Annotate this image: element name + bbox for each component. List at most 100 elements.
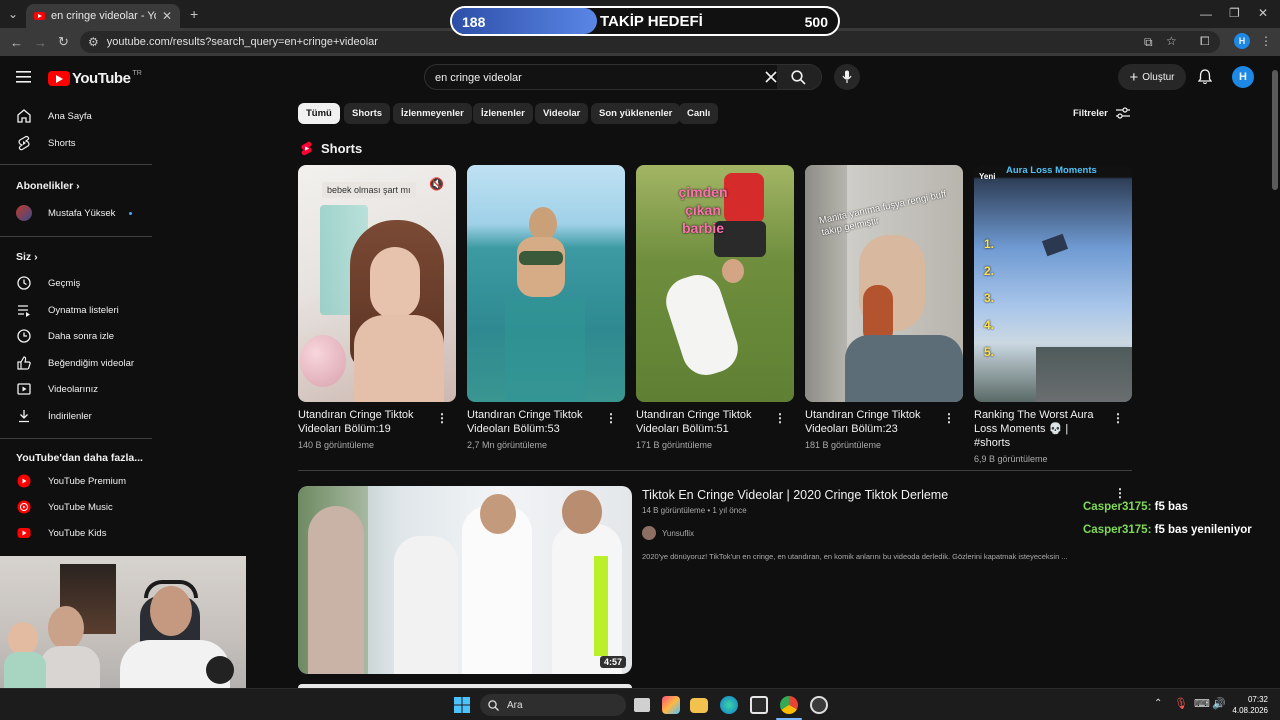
short-thumbnail[interactable]: 1. 2. 3. 4. 5. Yeni Aura Loss Moments (974, 165, 1132, 402)
more-options-icon[interactable]: ⋮ (1114, 486, 1126, 500)
short-title[interactable]: Utandıran Cringe Tiktok Videoları Bölüm:… (298, 408, 428, 436)
youtube-music-icon (17, 500, 31, 514)
taskbar-search[interactable]: Ara (480, 694, 626, 716)
sidebar-item-your-videos[interactable]: Videolarınız (0, 376, 152, 402)
video-title[interactable]: Tiktok En Cringe Videolar | 2020 Cringe … (642, 488, 948, 502)
sidebar-item-liked-videos[interactable]: Beğendiğim videolar (0, 350, 152, 376)
chrome-icon[interactable] (780, 696, 798, 714)
clear-search-icon[interactable] (765, 71, 777, 83)
search-input[interactable] (435, 69, 755, 87)
mic-in-use-icon[interactable]: 🎙 (1174, 697, 1188, 710)
search-button[interactable] (777, 65, 821, 89)
cast-icon[interactable]: ⧉ (1144, 36, 1153, 48)
you-heading[interactable]: Siz › (16, 251, 38, 263)
person-body (517, 237, 565, 297)
scrollbar-thumb[interactable] (1272, 70, 1278, 190)
microsoft-store-icon[interactable] (750, 696, 768, 714)
browser-menu-icon[interactable]: ⋮ (1260, 35, 1272, 47)
browser-tab[interactable]: en cringe videolar - YouTube ✕ (26, 4, 180, 28)
minimize-icon[interactable]: — (1200, 8, 1212, 20)
windows-start-icon[interactable] (454, 697, 470, 713)
sidebar-item-youtube-kids[interactable]: YouTube Kids (0, 520, 152, 546)
profile-avatar[interactable]: H (1234, 33, 1250, 49)
video-meta: 14 B görüntüleme • 1 yıl önce (642, 506, 747, 515)
bookmark-star-icon[interactable]: ☆ (1166, 35, 1177, 47)
restore-icon[interactable]: ❐ (1229, 7, 1240, 19)
short-title[interactable]: Utandıran Cringe Tiktok Videoları Bölüm:… (467, 408, 597, 436)
obs-icon[interactable] (810, 696, 828, 714)
chip-shorts[interactable]: Shorts (344, 103, 391, 124)
menu-icon[interactable] (16, 70, 32, 84)
forward-icon[interactable]: → (34, 36, 47, 49)
video-channel[interactable]: Yunsuflix (642, 526, 694, 540)
create-button[interactable]: + Oluştur (1118, 64, 1186, 90)
sidebar-item-home[interactable]: Ana Sayfa (0, 103, 152, 129)
site-info-icon[interactable]: ⚙ (88, 36, 99, 48)
plus-icon: + (1129, 68, 1139, 86)
reload-icon[interactable]: ↻ (58, 35, 69, 48)
short-card[interactable]: Utandıran Cringe Tiktok Videoları Bölüm:… (467, 165, 625, 450)
tab-close-icon[interactable]: ✕ (162, 10, 172, 22)
sidebar-divider (0, 438, 152, 439)
back-icon[interactable]: ← (10, 36, 23, 49)
new-tab-icon[interactable]: + (190, 7, 198, 21)
short-title[interactable]: Ranking The Worst Aura Loss Moments 💀 | … (974, 408, 1104, 450)
chip-recently-uploaded[interactable]: Son yüklenenler (591, 103, 681, 124)
filters-button[interactable]: Filtreler (1073, 107, 1130, 119)
close-window-icon[interactable]: ✕ (1258, 7, 1268, 19)
chip-all[interactable]: Tümü (298, 103, 340, 124)
taskbar-clock[interactable]: 07:32 4.08.2026 (1232, 694, 1268, 716)
voice-search-button[interactable] (834, 64, 860, 90)
video-thumbnail[interactable]: 4:57 (298, 486, 632, 674)
man-figure (552, 524, 622, 674)
chip-unwatched[interactable]: İzlenmeyenler (393, 103, 472, 124)
volume-icon[interactable]: 🔊 (1212, 697, 1226, 710)
sidebar-item-label: Geçmiş (48, 277, 81, 289)
task-view-icon[interactable] (634, 698, 650, 712)
more-options-icon[interactable]: ⋮ (1112, 411, 1124, 425)
chip-live[interactable]: Canlı (679, 103, 719, 124)
tab-list-icon[interactable]: ⌄ (8, 8, 18, 20)
short-title[interactable]: Utandıran Cringe Tiktok Videoları Bölüm:… (805, 408, 935, 436)
system-tray-chevron-icon[interactable]: ⌃ (1154, 698, 1162, 709)
notifications-bell-icon[interactable] (1198, 69, 1212, 85)
short-thumbnail[interactable] (467, 165, 625, 402)
short-thumbnail[interactable]: Manita yanıma fuşya rengi buff takıp gel… (805, 165, 963, 402)
sidebar-item-youtube-premium[interactable]: YouTube Premium (0, 468, 152, 494)
flying-object (1041, 233, 1069, 257)
youtube-logo[interactable]: YouTube TR (48, 70, 142, 87)
sidebar-item-playlists[interactable]: Oynatma listeleri (0, 297, 152, 323)
subscriptions-heading[interactable]: Abonelikler › (16, 180, 80, 192)
short-thumbnail[interactable]: bebek olması şart mı 🔇 (298, 165, 456, 402)
sidebar-item-subscription[interactable]: Mustafa Yüksek (0, 200, 152, 226)
microsoft365-icon[interactable] (662, 696, 680, 714)
sidebar-item-downloads[interactable]: İndirilenler (0, 403, 152, 429)
sidebar-item-watch-later[interactable]: Daha sonra izle (0, 323, 152, 349)
extensions-icon[interactable]: ⧠ (1200, 35, 1210, 47)
network-icon[interactable]: ⌨ (1194, 697, 1210, 710)
more-options-icon[interactable]: ⋮ (943, 411, 955, 425)
more-options-icon[interactable]: ⋮ (436, 411, 448, 425)
sidebar-item-youtube-music[interactable]: YouTube Music (0, 494, 152, 520)
chip-videos[interactable]: Videolar (535, 103, 589, 124)
sidebar-item-history[interactable]: Geçmiş (0, 270, 152, 296)
short-card[interactable]: çimden çıkan barbie Utandıran Cringe Tik… (636, 165, 794, 450)
more-options-icon[interactable]: ⋮ (605, 411, 617, 425)
sidebar-item-label: Mustafa Yüksek (48, 207, 116, 219)
account-avatar[interactable]: H (1232, 66, 1254, 88)
short-title[interactable]: Utandıran Cringe Tiktok Videoları Bölüm:… (636, 408, 766, 436)
short-card[interactable]: bebek olması şart mı 🔇 Utandıran Cringe … (298, 165, 456, 450)
short-card[interactable]: 1. 2. 3. 4. 5. Yeni Aura Loss Moments Rankin… (974, 165, 1132, 464)
sidebar-item-label: Beğendiğim videolar (48, 357, 135, 369)
chip-watched[interactable]: İzlenenler (473, 103, 533, 124)
short-thumbnail[interactable]: çimden çıkan barbie (636, 165, 794, 402)
file-explorer-icon[interactable] (690, 698, 708, 713)
more-options-icon[interactable]: ⋮ (774, 411, 786, 425)
edge-browser-icon[interactable] (720, 696, 738, 714)
mute-icon[interactable]: 🔇 (429, 177, 444, 191)
person-shoulders (354, 315, 444, 402)
windows-taskbar: Ara ⌃ 🎙 ⌨ 🔊 07:32 4.08.2026 (0, 688, 1280, 720)
short-card[interactable]: Manita yanıma fuşya rengi buff takıp gel… (805, 165, 963, 450)
youtube-kids-icon (17, 528, 31, 538)
sidebar-item-shorts[interactable]: Shorts (0, 130, 152, 156)
